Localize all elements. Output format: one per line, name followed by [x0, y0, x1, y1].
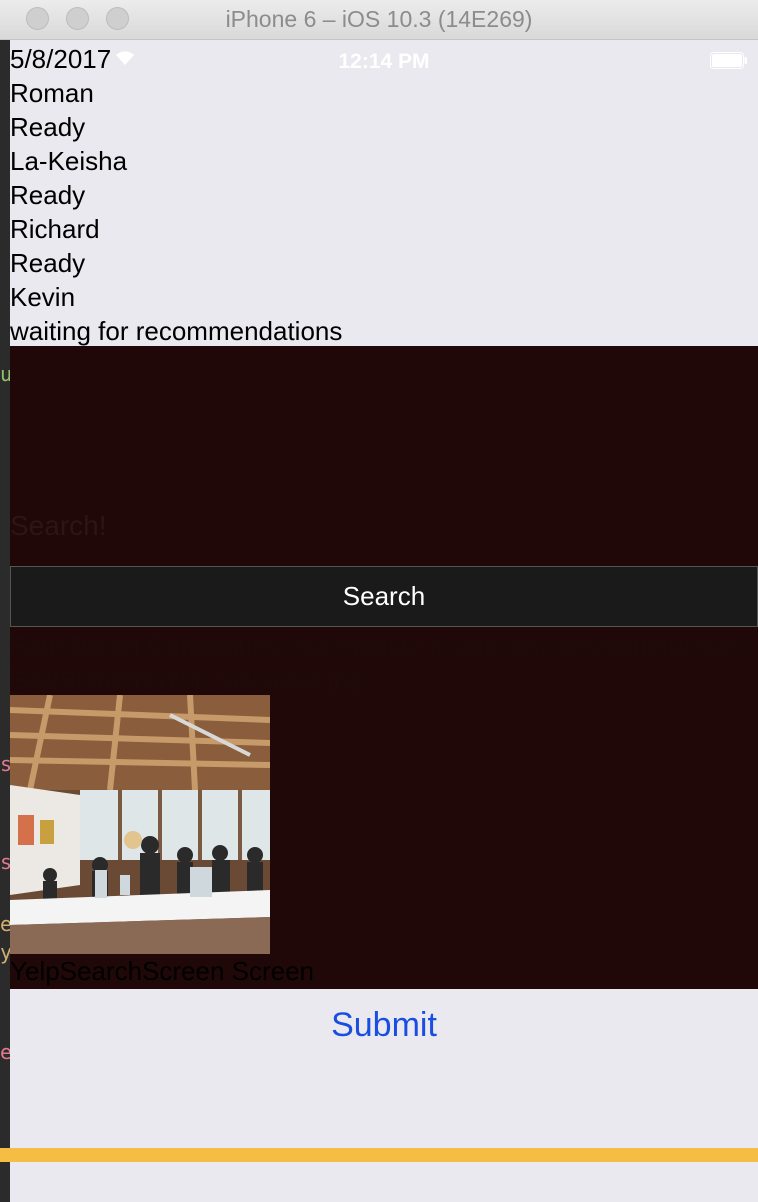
member-name: Richard	[10, 214, 100, 244]
screen-label: YelpSearchScreen Screen	[10, 956, 315, 986]
yelp-search-panel: Search! Search Four Barrel Coffeehttps:/…	[10, 346, 758, 989]
member-status: Ready	[10, 112, 86, 142]
window-titlebar: iPhone 6 – iOS 10.3 (14E269)	[0, 0, 758, 40]
search-result-text: Four Barrel Coffeehttps://s3-media2.fl.y…	[10, 631, 751, 695]
member-name: Roman	[10, 78, 94, 108]
member-status: Ready	[10, 180, 86, 210]
submit-button[interactable]: Submit	[10, 1006, 758, 1045]
device-screen: 12:14 PM 5/8/2017 Roman Ready La-Keisha …	[10, 40, 758, 1202]
member-name: La-Keisha	[10, 146, 128, 176]
session-date: 5/8/2017	[10, 44, 112, 74]
group-status-list: 5/8/2017 Roman Ready La-Keisha Ready Ric…	[10, 42, 342, 348]
member-status: Ready	[10, 248, 86, 278]
editor-background: u s s e y e	[0, 40, 12, 1202]
member-name: Kevin	[10, 282, 76, 312]
search-input[interactable]: Search!	[10, 510, 107, 542]
battery-icon	[710, 52, 747, 69]
coffee-shop-photo	[10, 695, 270, 954]
bottom-strip	[0, 1148, 758, 1162]
member-status: waiting for recommendations	[10, 316, 343, 346]
search-button[interactable]: Search	[10, 566, 758, 627]
window-title: iPhone 6 – iOS 10.3 (14E269)	[225, 6, 533, 32]
